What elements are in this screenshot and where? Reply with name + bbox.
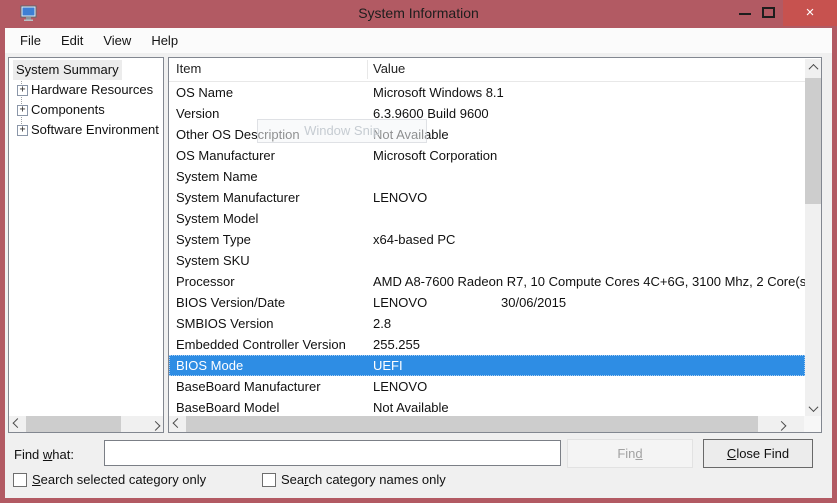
tree-item-label: Components [31, 102, 105, 117]
scroll-right-button[interactable] [147, 416, 163, 432]
vertical-scrollbar[interactable] [805, 59, 821, 416]
scroll-left-button[interactable] [9, 416, 25, 432]
column-separator[interactable] [367, 60, 368, 79]
row-item-cell: Embedded Controller Version [176, 334, 346, 355]
tree-item-components[interactable]: +Components [9, 100, 163, 120]
table-row[interactable]: System Model [169, 208, 805, 229]
row-value-cell: 255.255 [373, 334, 420, 355]
tree-horizontal-scrollbar[interactable] [9, 416, 163, 432]
list-scroll-thumb[interactable] [186, 416, 758, 432]
expand-plus-icon[interactable]: + [17, 105, 28, 116]
search-selected-category-checkbox-row: Search selected category only [13, 472, 206, 487]
column-header-item[interactable]: Item [176, 61, 201, 76]
row-item-cell: Version [176, 103, 219, 124]
system-information-window: System Information × FileEditViewHelp Sy… [0, 0, 837, 503]
row-value-cell: 2.8 [373, 313, 391, 334]
search-selected-category-label: Search selected category only [32, 472, 206, 487]
table-row[interactable]: System SKU [169, 250, 805, 271]
list-horizontal-scrollbar[interactable] [169, 416, 806, 432]
chevron-right-icon [150, 420, 160, 430]
table-row[interactable]: System Type x64-based PC [169, 229, 805, 250]
table-row[interactable]: BaseBoard Manufacturer LENOVO [169, 376, 805, 397]
table-row[interactable]: BIOS Mode UEFI [169, 355, 805, 376]
menu-file[interactable]: File [10, 33, 51, 48]
scroll-left-button[interactable] [169, 416, 185, 432]
list-header: Item Value [169, 58, 805, 82]
search-category-names-checkbox[interactable] [262, 473, 276, 487]
scrollbar-corner [804, 416, 821, 432]
search-category-names-label: Search category names only [281, 472, 446, 487]
table-row[interactable]: System Manufacturer LENOVO [169, 187, 805, 208]
table-row[interactable]: OS Manufacturer Microsoft Corporation [169, 145, 805, 166]
scroll-up-button[interactable] [805, 59, 821, 75]
row-item-cell: Processor [176, 271, 235, 292]
chevron-left-icon [12, 418, 22, 428]
chevron-right-icon [776, 420, 786, 430]
scroll-right-button[interactable] [773, 416, 789, 432]
tree-item-hardware-resources[interactable]: +Hardware Resources [9, 80, 163, 100]
row-item-cell: BaseBoard Manufacturer [176, 376, 321, 397]
window-title: System Information [0, 5, 837, 21]
table-row[interactable]: BIOS Version/Date LENOVO 30/06/2015 [169, 292, 805, 313]
row-item-cell: BIOS Mode [176, 355, 243, 376]
maximize-button[interactable] [762, 7, 775, 18]
category-tree-pane: System Summary+Hardware Resources+Compon… [8, 57, 164, 433]
close-find-button[interactable]: Close Find [703, 439, 813, 468]
tree-item-system-summary[interactable]: System Summary [9, 60, 163, 80]
minimize-button[interactable] [739, 13, 751, 15]
menu-help[interactable]: Help [141, 33, 188, 48]
row-value-cell: LENOVO [373, 187, 427, 208]
scroll-down-button[interactable] [805, 400, 821, 416]
table-row[interactable]: System Name [169, 166, 805, 187]
row-item-cell: OS Name [176, 82, 233, 103]
expand-plus-icon[interactable]: + [17, 85, 28, 96]
row-item-cell: System Model [176, 208, 258, 229]
menu-view[interactable]: View [93, 33, 141, 48]
row-item-cell: System Manufacturer [176, 187, 300, 208]
find-what-label: Find what: [14, 447, 74, 462]
row-value-cell: LENOVO [373, 376, 427, 397]
table-row[interactable]: BaseBoard Model Not Available [169, 397, 805, 418]
search-selected-category-checkbox[interactable] [13, 473, 27, 487]
column-header-value[interactable]: Value [373, 61, 405, 76]
row-item-cell: OS Manufacturer [176, 145, 275, 166]
tree-item-label: Hardware Resources [31, 82, 153, 97]
table-row[interactable]: Embedded Controller Version 255.255 [169, 334, 805, 355]
menu-bar: FileEditViewHelp [5, 28, 832, 53]
row-value2-cell: 30/06/2015 [501, 292, 566, 313]
tree-item-label: Software Environment [31, 122, 159, 137]
row-value-cell: Microsoft Windows 8.1 [373, 82, 504, 103]
menu-edit[interactable]: Edit [51, 33, 93, 48]
window-snip-ghost-tooltip: Window Snip [257, 119, 427, 143]
row-value-cell: x64-based PC [373, 229, 455, 250]
row-value-cell: AMD A8-7600 Radeon R7, 10 Compute Cores … [373, 271, 805, 292]
tree-scroll-thumb[interactable] [26, 416, 121, 432]
row-value-cell: Not Available [373, 397, 449, 418]
title-bar: System Information × [0, 0, 837, 28]
row-item-cell: BaseBoard Model [176, 397, 279, 418]
close-button[interactable]: × [783, 0, 837, 26]
table-row[interactable]: OS Name Microsoft Windows 8.1 [169, 82, 805, 103]
row-value-cell: LENOVO [373, 292, 427, 313]
tree-item-software-environment[interactable]: +Software Environment [9, 120, 163, 140]
find-button[interactable]: Find [567, 439, 693, 468]
chevron-down-icon [808, 402, 818, 412]
table-row[interactable]: SMBIOS Version 2.8 [169, 313, 805, 334]
row-value-cell: UEFI [373, 355, 403, 376]
row-value-cell: Microsoft Corporation [373, 145, 497, 166]
tree-item-label: System Summary [13, 60, 122, 80]
search-category-names-checkbox-row: Search category names only [262, 472, 446, 487]
chevron-up-icon [808, 63, 818, 73]
find-input[interactable] [104, 440, 561, 466]
row-item-cell: System Name [176, 166, 258, 187]
detail-list-pane: Item Value OS Name Microsoft Windows 8.1 V… [168, 57, 822, 433]
vertical-scroll-thumb[interactable] [805, 78, 821, 204]
row-item-cell: BIOS Version/Date [176, 292, 285, 313]
row-item-cell: SMBIOS Version [176, 313, 274, 334]
chevron-left-icon [172, 418, 182, 428]
row-item-cell: System Type [176, 229, 251, 250]
expand-plus-icon[interactable]: + [17, 125, 28, 136]
row-item-cell: System SKU [176, 250, 250, 271]
table-row[interactable]: Processor AMD A8-7600 Radeon R7, 10 Compu… [169, 271, 805, 292]
